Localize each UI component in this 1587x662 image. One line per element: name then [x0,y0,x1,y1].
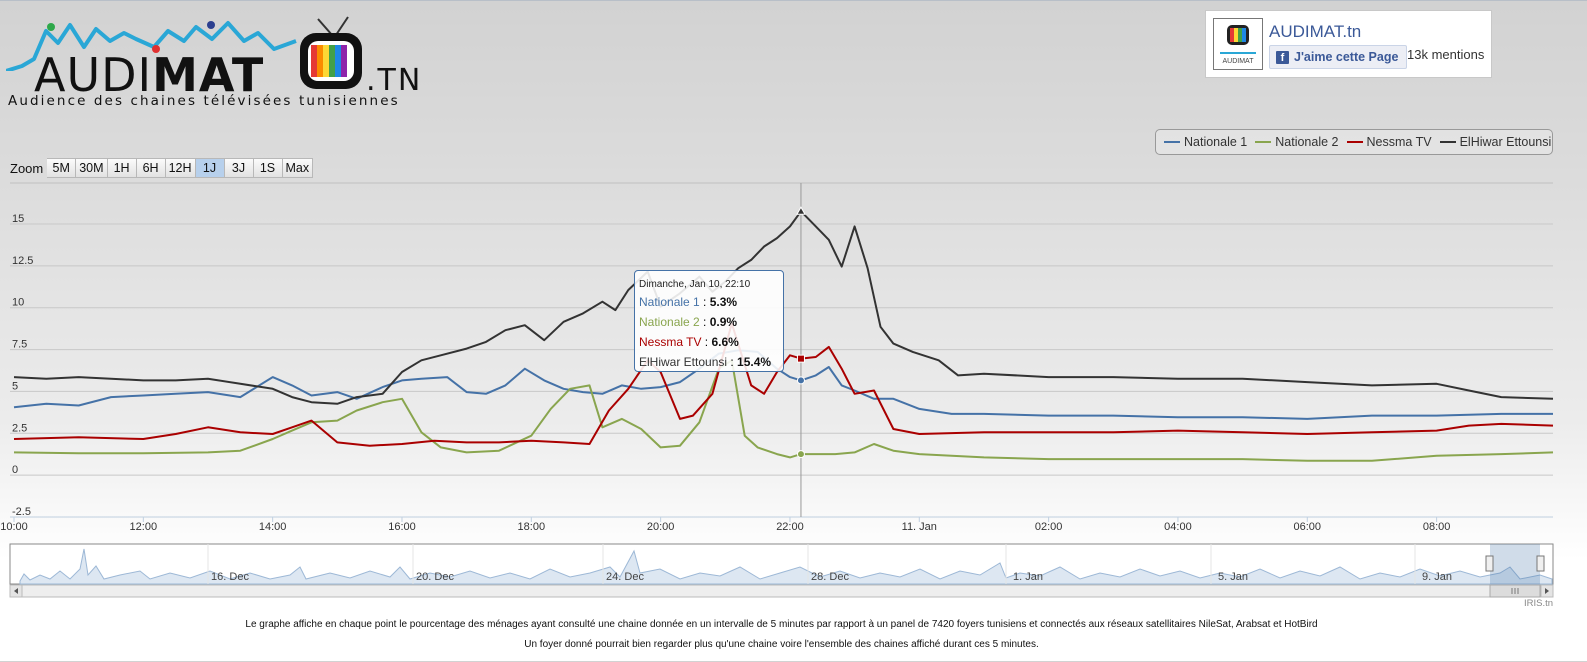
tooltip-series-value: 15.4% [737,355,772,369]
footer-note-2: Un foyer donné pourrait bien regarder pl… [524,639,1039,650]
y-tick-label: -2.5 [12,506,31,518]
tooltip-series-label: Nessma TV [639,335,702,349]
navigator-handle-left[interactable] [1485,555,1494,572]
hover-marker [796,354,805,363]
tooltip-series-value: 6.6% [711,335,739,349]
x-tick-label: 16:00 [388,521,416,533]
tooltip-row-nationale-1: Nationale 1 : 5.3% [639,295,738,309]
y-tick-label: 0 [12,464,18,476]
y-tick-label: 12.5 [12,255,33,267]
navigator-date-label: 24. Dec [606,571,644,583]
navigator-date-label: 1. Jan [1013,571,1043,583]
navigator-date-label: 16. Dec [211,571,249,583]
y-tick-label: 5 [12,380,18,392]
tooltip-series-label: Nationale 1 [639,295,700,309]
x-axis-labels: 10:00 12:00 14:00 16:00 18:00 20:00 22:00 11. J… [0,517,1450,533]
tooltip-series-label: ElHiwar Ettounsi [639,355,728,369]
y-axis-labels: 15 12.5 10 7.5 5 2.5 0 -2.5 [12,213,33,518]
scrollbar-track[interactable] [9,584,1554,598]
hover-marker [796,450,805,459]
navigator-date-label: 9. Jan [1422,571,1452,583]
x-tick-label: 08:00 [1423,521,1451,533]
tooltip-series-label: Nationale 2 [639,315,700,329]
x-tick-label: 12:00 [130,521,158,533]
y-tick-label: 10 [12,297,24,309]
x-tick-label: 06:00 [1294,521,1322,533]
hover-marker [796,376,805,385]
y-tick-label: 7.5 [12,339,27,351]
navigator-scrollbar[interactable] [9,584,1554,598]
navigator-date-label: 5. Jan [1218,571,1248,583]
x-tick-label: 18:00 [518,521,546,533]
navigator-date-label: 20. Dec [416,571,454,583]
footer-note-1: Le graphe affiche en chaque point le pou… [245,619,1318,630]
tooltip-header: Dimanche, Jan 10, 22:10 [639,279,751,290]
chart-credit-link[interactable]: IRIS.tn [1524,598,1553,609]
tooltip-row-elhiwar-ettounsi: ElHiwar Ettounsi : 15.4% [639,355,772,369]
x-tick-label: 10:00 [0,521,28,533]
x-tick-label: 02:00 [1035,521,1063,533]
chart-tooltip: Dimanche, Jan 10, 22:10 Nationale 1 : 5.… [634,270,784,372]
navigator-handle-right[interactable] [1536,555,1545,572]
tooltip-row-nessma-tv: Nessma TV : 6.6% [639,335,739,349]
x-tick-label: 22:00 [776,521,804,533]
navigator-date-label: 28. Dec [811,571,849,583]
tooltip-row-nationale-2: Nationale 2 : 0.9% [639,315,738,329]
x-tick-label: 04:00 [1164,521,1192,533]
hover-marker [796,206,806,215]
navigator-range-mask[interactable] [1490,544,1540,584]
navigator[interactable]: 16. Dec 20. Dec 24. Dec 28. Dec 1. Jan 5. Jan… [9,543,1554,585]
series-line-nationale-2[interactable] [13,359,1554,462]
x-tick-label: 14:00 [259,521,287,533]
tooltip-series-value: 5.3% [709,295,738,309]
y-tick-label: 15 [12,213,24,225]
tooltip-series-value: 0.9% [709,315,738,329]
x-tick-label: 11. Jan [902,521,937,533]
x-tick-label: 20:00 [647,521,675,533]
y-tick-label: 2.5 [12,422,27,434]
